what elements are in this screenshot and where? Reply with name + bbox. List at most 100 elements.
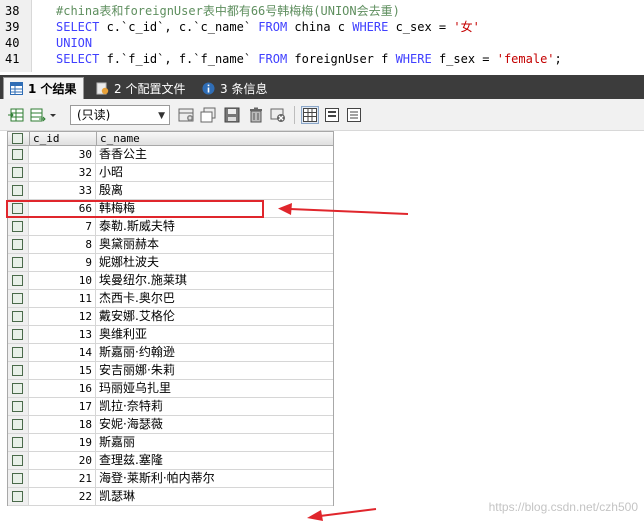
table-row[interactable]: 14 斯嘉丽·约翰逊 xyxy=(7,344,334,362)
tab-messages[interactable]: 3 条信息 xyxy=(196,77,273,99)
tab-results[interactable]: 1 个结果 xyxy=(3,77,84,99)
table-row[interactable]: 17 凯拉·奈特莉 xyxy=(7,398,334,416)
cancel-changes-icon[interactable] xyxy=(270,107,286,123)
row-select-cell[interactable] xyxy=(7,164,29,181)
code-line[interactable]: 39 SELECT c.`c_id`, c.`c_name` FROM china… xyxy=(0,19,644,35)
duplicate-row-icon[interactable] xyxy=(200,107,216,123)
cell-c-id[interactable]: 8 xyxy=(29,236,96,253)
cell-c-name[interactable]: 安妮·海瑟薇 xyxy=(96,416,334,433)
row-select-cell[interactable] xyxy=(7,488,29,505)
grid-mode-select[interactable]: (只读) ▼ xyxy=(70,105,170,125)
row-select-cell[interactable] xyxy=(7,416,29,433)
table-row[interactable]: 12 戴安娜.艾格伦 xyxy=(7,308,334,326)
row-select-cell[interactable] xyxy=(7,452,29,469)
row-select-cell[interactable] xyxy=(7,254,29,271)
column-header-c-name[interactable]: c_name xyxy=(97,132,333,145)
cell-c-name[interactable]: 妮娜杜波夫 xyxy=(96,254,334,271)
row-select-cell[interactable] xyxy=(7,272,29,289)
insert-row-icon[interactable] xyxy=(178,107,194,123)
cell-c-name[interactable]: 玛丽娅乌扎里 xyxy=(96,380,334,397)
row-select-cell[interactable] xyxy=(7,290,29,307)
row-select-cell[interactable] xyxy=(7,344,29,361)
row-select-cell[interactable] xyxy=(7,182,29,199)
cell-c-id[interactable]: 10 xyxy=(29,272,96,289)
code-line[interactable]: 38 #china表和foreignUser表中都有66号韩梅梅(UNION会去重… xyxy=(0,3,644,19)
row-checkbox[interactable] xyxy=(12,221,23,232)
cell-c-id[interactable]: 20 xyxy=(29,452,96,469)
save-icon[interactable] xyxy=(224,107,240,123)
cell-c-id[interactable]: 33 xyxy=(29,182,96,199)
table-row[interactable]: 21 海登·莱斯利·帕内蒂尔 xyxy=(7,470,334,488)
tab-profiles[interactable]: 2 个配置文件 xyxy=(90,77,191,99)
row-select-cell[interactable] xyxy=(7,146,29,163)
row-checkbox[interactable] xyxy=(12,329,23,340)
table-row[interactable]: 18 安妮·海瑟薇 xyxy=(7,416,334,434)
cell-c-name[interactable]: 泰勒.斯威夫特 xyxy=(96,218,334,235)
header-select-all[interactable] xyxy=(8,132,30,145)
cell-c-name[interactable]: 杰西卡.奥尔巴 xyxy=(96,290,334,307)
row-checkbox[interactable] xyxy=(12,275,23,286)
chevron-down-icon[interactable] xyxy=(48,107,58,123)
table-row[interactable]: 22 凯瑟琳 xyxy=(7,488,334,506)
cell-c-id[interactable]: 18 xyxy=(29,416,96,433)
table-row[interactable]: 30 香香公主 xyxy=(7,146,334,164)
table-row[interactable]: 7 泰勒.斯威夫特 xyxy=(7,218,334,236)
grid-view-icon[interactable] xyxy=(301,106,319,124)
cell-c-id[interactable]: 15 xyxy=(29,362,96,379)
table-row[interactable]: 8 奥黛丽赫本 xyxy=(7,236,334,254)
cell-c-name[interactable]: 海登·莱斯利·帕内蒂尔 xyxy=(96,470,334,487)
text-view-icon[interactable] xyxy=(346,107,362,123)
delete-icon[interactable] xyxy=(248,107,264,123)
cell-c-name[interactable]: 戴安娜.艾格伦 xyxy=(96,308,334,325)
row-checkbox[interactable] xyxy=(12,257,23,268)
cell-c-id[interactable]: 9 xyxy=(29,254,96,271)
table-row[interactable]: 10 埃曼纽尔.施莱琪 xyxy=(7,272,334,290)
table-row[interactable]: 33 殷离 xyxy=(7,182,334,200)
cell-c-name[interactable]: 奥黛丽赫本 xyxy=(96,236,334,253)
row-checkbox[interactable] xyxy=(12,365,23,376)
cell-c-id[interactable]: 17 xyxy=(29,398,96,415)
row-select-cell[interactable] xyxy=(7,398,29,415)
row-checkbox[interactable] xyxy=(12,167,23,178)
row-checkbox[interactable] xyxy=(12,347,23,358)
cell-c-id[interactable]: 12 xyxy=(29,308,96,325)
cell-c-id[interactable]: 7 xyxy=(29,218,96,235)
cell-c-id[interactable]: 22 xyxy=(29,488,96,505)
column-header-c-id[interactable]: c_id xyxy=(30,132,97,145)
row-checkbox[interactable] xyxy=(12,293,23,304)
row-select-cell[interactable] xyxy=(7,218,29,235)
row-checkbox[interactable] xyxy=(12,401,23,412)
row-checkbox[interactable] xyxy=(12,437,23,448)
cell-c-id[interactable]: 13 xyxy=(29,326,96,343)
cell-c-id[interactable]: 30 xyxy=(29,146,96,163)
row-select-cell[interactable] xyxy=(7,308,29,325)
table-row[interactable]: 19 斯嘉丽 xyxy=(7,434,334,452)
table-row[interactable]: 13 奥维利亚 xyxy=(7,326,334,344)
row-checkbox[interactable] xyxy=(12,419,23,430)
row-select-cell[interactable] xyxy=(7,326,29,343)
cell-c-id[interactable]: 19 xyxy=(29,434,96,451)
table-row[interactable]: 9 妮娜杜波夫 xyxy=(7,254,334,272)
table-row[interactable]: 15 安吉丽娜·朱莉 xyxy=(7,362,334,380)
table-row[interactable]: 20 查理兹.塞隆 xyxy=(7,452,334,470)
cell-c-name[interactable]: 安吉丽娜·朱莉 xyxy=(96,362,334,379)
row-select-cell[interactable] xyxy=(7,470,29,487)
cell-c-name[interactable]: 斯嘉丽 xyxy=(96,434,334,451)
row-checkbox[interactable] xyxy=(12,149,23,160)
cell-c-id[interactable]: 11 xyxy=(29,290,96,307)
cell-c-name[interactable]: 小昭 xyxy=(96,164,334,181)
import-icon[interactable] xyxy=(30,107,46,123)
form-view-icon[interactable] xyxy=(324,107,340,123)
table-row[interactable]: 16 玛丽娅乌扎里 xyxy=(7,380,334,398)
row-checkbox[interactable] xyxy=(12,311,23,322)
export-icon[interactable] xyxy=(8,107,24,123)
cell-c-name[interactable]: 香香公主 xyxy=(96,146,334,163)
row-checkbox[interactable] xyxy=(12,473,23,484)
table-row[interactable]: 11 杰西卡.奥尔巴 xyxy=(7,290,334,308)
row-checkbox[interactable] xyxy=(12,239,23,250)
cell-c-id[interactable]: 16 xyxy=(29,380,96,397)
select-all-checkbox[interactable] xyxy=(12,133,23,144)
row-select-cell[interactable] xyxy=(7,434,29,451)
cell-c-name[interactable]: 凯拉·奈特莉 xyxy=(96,398,334,415)
cell-c-id[interactable]: 14 xyxy=(29,344,96,361)
